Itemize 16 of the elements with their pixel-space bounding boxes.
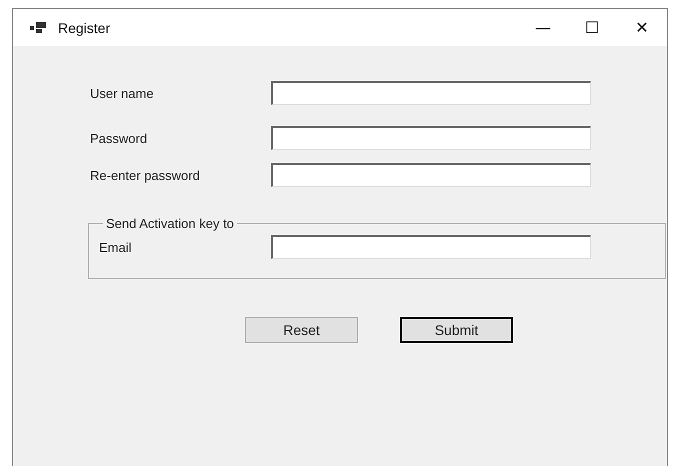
- close-button[interactable]: ✕: [617, 9, 667, 46]
- group-title: Send Activation key to: [105, 216, 235, 231]
- input-field[interactable]: [271, 163, 591, 187]
- field-label: Re-enter password: [90, 168, 201, 182]
- submit-button[interactable]: Submit: [400, 317, 513, 343]
- input-field[interactable]: [271, 81, 591, 105]
- field-label: Password: [90, 130, 148, 146]
- input-field[interactable]: [271, 235, 591, 259]
- input-field[interactable]: [271, 126, 591, 150]
- reset-button[interactable]: Reset: [245, 317, 358, 343]
- app-icon: [30, 22, 46, 34]
- minimize-button[interactable]: —: [519, 9, 567, 46]
- field-label: Email: [99, 240, 133, 254]
- maximize-button[interactable]: ☐: [567, 9, 617, 46]
- field-label: User name: [90, 86, 155, 100]
- window-title: Register: [58, 20, 112, 36]
